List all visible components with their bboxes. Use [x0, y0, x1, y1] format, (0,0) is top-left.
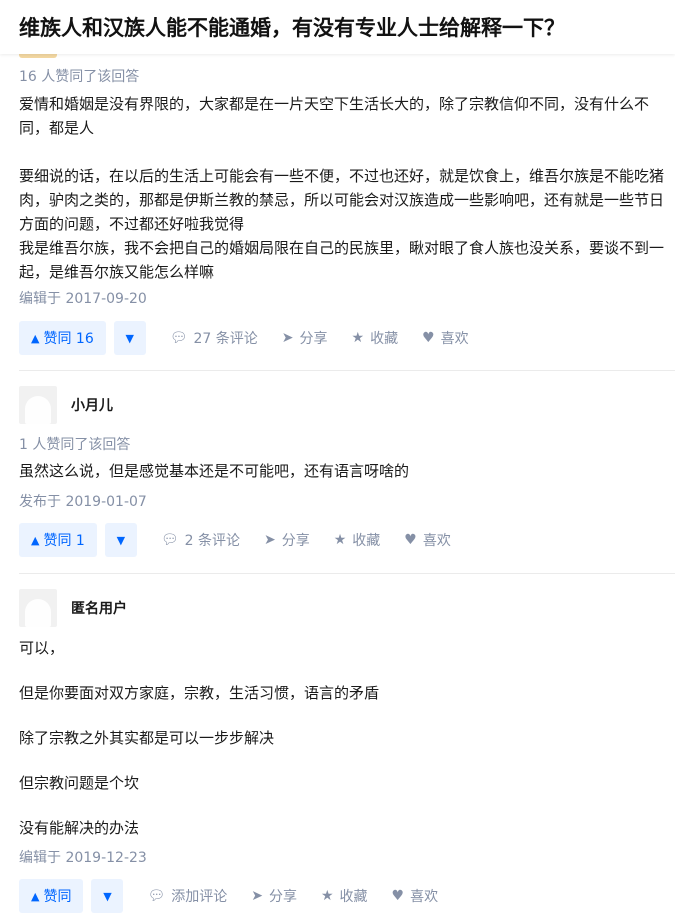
answer-paragraph: 没有能解决的办法 [19, 819, 140, 837]
comment-label: 27 条评论 [193, 331, 258, 347]
answer-paragraph: 虽然这么说，但是感觉基本还是不可能吧，还有语言呀啥的 [19, 462, 410, 480]
like-label: 喜欢 [440, 331, 469, 347]
answer-paragraph [19, 140, 664, 164]
vote-down-button[interactable]: ▼ [104, 523, 137, 557]
answer-paragraph: 爱情和婚姻是没有界限的，大家都是在一片天空下生活长大的，除了宗教信仰不同，没有什… [19, 95, 650, 137]
answer-paragraph: 要细说的话，在以后的生活上可能会有一些不便，不过也还好，就是饮食上，维吾尔族是不… [19, 167, 665, 233]
share-button[interactable]: ➤ 分享 [264, 530, 310, 550]
vote-down-button[interactable]: ▼ [91, 879, 124, 913]
answer-actions: ▲ 赞同 16 ▼ 💬︎ 27 条评论 ➤ 分享 ★ 收藏 ♥ 喜欢 [19, 321, 469, 355]
answer-paragraph: 我是维吾尔族，我不会把自己的婚姻局限在自己的民族里，瞅对眼了食人族也没关系，要谈… [19, 239, 665, 281]
answer-paragraph: 但是你要面对双方家庭，宗教，生活习惯，语言的矛盾 [19, 684, 380, 702]
author-name: 匿名用户 [71, 601, 127, 617]
like-button[interactable]: ♥ 喜欢 [422, 328, 469, 348]
share-button[interactable]: ➤ 分享 [282, 328, 328, 348]
comment-label: 2 条评论 [184, 533, 240, 549]
question-title: 维族人和汉族人能不能通婚，有没有专业人士给解释一下？ [19, 16, 565, 40]
answer-paragraph: 除了宗教之外其实都是可以一步步解决 [19, 729, 275, 747]
comment-button[interactable]: 💬︎ 2 条评论 [161, 530, 240, 550]
answer-divider [19, 370, 675, 371]
like-label: 喜欢 [410, 889, 439, 905]
comment-bubble-icon: 💬︎ [160, 532, 179, 548]
publish-time[interactable]: 发布于 2019-01-07 [19, 492, 147, 512]
paper-plane-icon: ➤ [281, 330, 294, 346]
collect-label: 收藏 [370, 331, 399, 347]
triangle-down-icon: ▼ [116, 533, 126, 547]
triangle-up-icon: ▲ [31, 533, 40, 547]
share-label: 分享 [268, 889, 297, 905]
question-header: 维族人和汉族人能不能通婚，有没有专业人士给解释一下？ [0, 0, 675, 54]
edit-time[interactable]: 编辑于 2017-09-20 [19, 289, 147, 309]
answer-paragraph [19, 660, 664, 683]
vote-count-text: 16 人赞同了该回答 [19, 69, 140, 85]
author-name[interactable]: 小月儿 [71, 395, 113, 415]
vote-up-label: 赞同 1 [43, 533, 85, 549]
vote-up-label: 赞同 [43, 889, 72, 905]
share-button[interactable]: ➤ 分享 [251, 886, 297, 906]
vote-up-button[interactable]: ▲ 赞同 1 [19, 523, 97, 557]
triangle-down-icon: ▼ [125, 331, 134, 345]
vote-up-button[interactable]: ▲ 赞同 [19, 879, 84, 913]
star-icon: ★ [351, 330, 365, 346]
collect-label: 收藏 [352, 533, 381, 549]
comment-button[interactable]: 💬︎ 27 条评论 [170, 328, 258, 348]
answer-paragraph: 可以， [19, 639, 65, 657]
answer-paragraph [19, 705, 664, 728]
star-icon: ★ [333, 532, 347, 548]
answer-divider [19, 573, 675, 574]
avatar[interactable] [19, 386, 57, 424]
answer-content: 可以， 但是你要面对双方家庭，宗教，生活习惯，语言的矛盾 除了宗教之外其实都是可… [19, 637, 664, 840]
answer-content: 爱情和婚姻是没有界限的，大家都是在一片天空下生活长大的，除了宗教信仰不同，没有什… [19, 92, 664, 284]
collect-button[interactable]: ★ 收藏 [352, 328, 399, 348]
comment-bubble-icon: 💬︎ [169, 330, 188, 346]
avatar [19, 589, 57, 627]
author-info: 小月儿 [19, 386, 113, 424]
like-button[interactable]: ♥ 喜欢 [392, 886, 439, 906]
vote-up-label: 赞同 16 [43, 331, 94, 347]
vote-up-button[interactable]: ▲ 赞同 16 [19, 321, 106, 355]
triangle-up-icon: ▲ [31, 331, 40, 345]
comment-label: 添加评论 [171, 889, 228, 905]
comment-button[interactable]: 💬︎ 添加评论 [147, 886, 227, 906]
edit-time[interactable]: 编辑于 2019-12-23 [19, 848, 147, 868]
collect-button[interactable]: ★ 收藏 [321, 886, 368, 906]
paper-plane-icon: ➤ [263, 532, 276, 548]
answer-actions: ▲ 赞同 1 ▼ 💬︎ 2 条评论 ➤ 分享 ★ 收藏 ♥ 喜欢 [19, 523, 451, 557]
heart-icon: ♥ [404, 532, 417, 548]
answer-paragraph [19, 750, 664, 773]
collect-label: 收藏 [339, 889, 368, 905]
vote-count-text: 1 人赞同了该回答 [19, 437, 131, 453]
heart-icon: ♥ [391, 888, 405, 904]
share-label: 分享 [299, 331, 328, 347]
triangle-up-icon: ▲ [31, 889, 40, 903]
answer-content: 虽然这么说，但是感觉基本还是不可能吧，还有语言呀啥的 [19, 459, 664, 483]
answer-actions: ▲ 赞同 ▼ 💬︎ 添加评论 ➤ 分享 ★ 收藏 ♥ 喜欢 [19, 879, 438, 913]
share-label: 分享 [281, 533, 310, 549]
vote-down-button[interactable]: ▼ [113, 321, 146, 355]
star-icon: ★ [320, 888, 334, 904]
answer-paragraph: 但宗教问题是个坎 [19, 774, 140, 792]
comment-bubble-icon: 💬︎ [147, 888, 166, 904]
collect-button[interactable]: ★ 收藏 [334, 530, 381, 550]
answer-paragraph [19, 795, 664, 818]
heart-icon: ♥ [422, 330, 435, 346]
author-info: 匿名用户 [19, 589, 127, 627]
avatar[interactable] [19, 54, 57, 58]
triangle-down-icon: ▼ [103, 889, 112, 903]
paper-plane-icon: ➤ [251, 888, 263, 904]
like-label: 喜欢 [422, 533, 451, 549]
like-button[interactable]: ♥ 喜欢 [404, 530, 451, 550]
